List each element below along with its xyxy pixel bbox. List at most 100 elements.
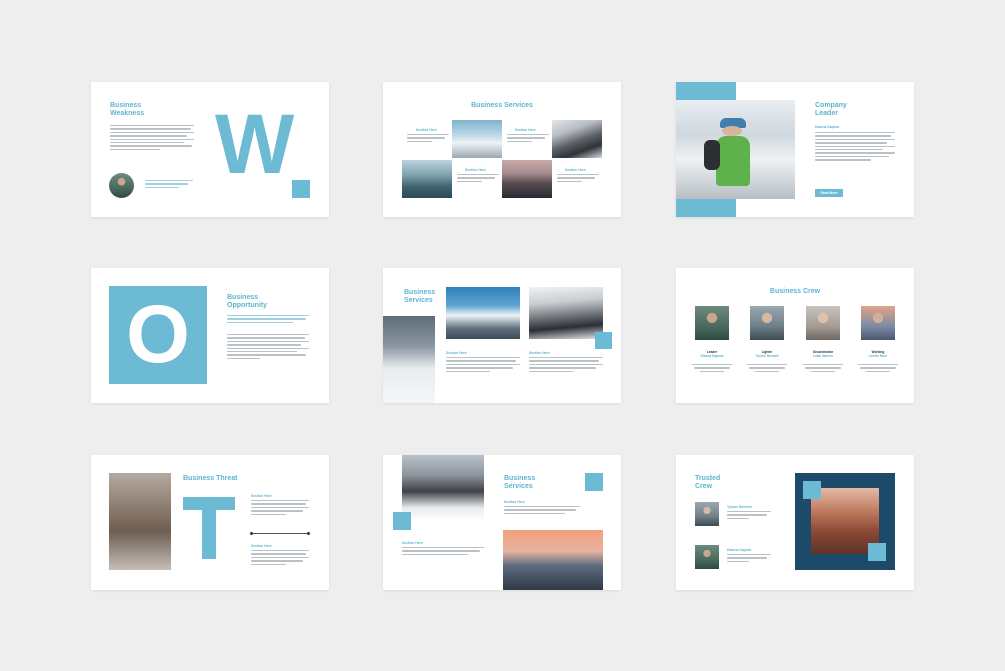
crew-member: Lighter Tyrone Bennett bbox=[743, 350, 791, 358]
accent-square bbox=[292, 180, 310, 198]
accent-block-top bbox=[676, 82, 736, 100]
crew-photo bbox=[695, 545, 719, 569]
crew-photo bbox=[750, 306, 784, 340]
divider-line bbox=[251, 533, 309, 534]
slide-title: Business Services bbox=[404, 289, 435, 305]
title-line: Weakness bbox=[110, 110, 145, 117]
divider-dot bbox=[250, 532, 253, 535]
member-name: Tyrone Bennett bbox=[727, 505, 752, 509]
crew-text bbox=[858, 364, 898, 373]
member-name: Dianna Dapeza bbox=[727, 548, 752, 552]
photo-snowy-rock bbox=[402, 455, 484, 521]
crew-name: Luish Warren bbox=[812, 354, 834, 358]
crew-member: Secondmator Luish Warren bbox=[799, 350, 847, 358]
accent-square bbox=[585, 473, 603, 491]
section-label: Section Here bbox=[251, 544, 272, 548]
crew-photo bbox=[695, 502, 719, 526]
section-text bbox=[529, 357, 603, 372]
crew-text bbox=[692, 364, 732, 373]
title-line: Leader bbox=[815, 110, 838, 117]
slide-business-weakness[interactable]: Business Weakness W bbox=[91, 82, 329, 217]
photo-peaks bbox=[552, 120, 602, 158]
section-text bbox=[557, 174, 599, 183]
member-text bbox=[727, 554, 771, 563]
letter-block: O bbox=[109, 286, 207, 384]
section-text bbox=[457, 174, 499, 183]
slide-title: Business Opportunity bbox=[227, 294, 267, 310]
crew-photo bbox=[861, 306, 895, 340]
body-text bbox=[227, 334, 309, 360]
leader-name: Dianna Dapeza bbox=[815, 125, 840, 129]
slide-title: Business Crew bbox=[769, 288, 821, 295]
slide-title: Trusted Crew bbox=[695, 475, 720, 491]
body-text bbox=[815, 132, 895, 161]
crew-member: Working Lennix Burs bbox=[854, 350, 902, 358]
crew-name: Tyrone Bennett bbox=[755, 354, 779, 358]
slide-trusted-crew[interactable]: Trusted Crew Tyrone Bennett Dianna Dapez… bbox=[676, 455, 914, 590]
slide-title: Business Weakness bbox=[110, 102, 144, 118]
title-line: Trusted bbox=[695, 475, 721, 482]
crew-member: Leader Dianna Dapeza bbox=[688, 350, 736, 358]
title-line: Services bbox=[504, 483, 533, 490]
section-text bbox=[251, 550, 309, 565]
section-label: Section Here bbox=[465, 168, 486, 172]
accent-block-bottom bbox=[676, 199, 736, 217]
intro-text bbox=[227, 315, 309, 324]
slide-business-services-3[interactable]: Business Services Section Here Section H… bbox=[383, 455, 621, 590]
section-text bbox=[504, 506, 580, 515]
section-label: Section Here bbox=[416, 128, 437, 132]
crew-text bbox=[747, 364, 787, 373]
section-text bbox=[407, 134, 449, 143]
photo-forest bbox=[402, 160, 452, 198]
big-letter-o: O bbox=[126, 289, 190, 380]
title-line: Business bbox=[404, 289, 436, 296]
accent-square bbox=[803, 481, 821, 499]
title-line: Crew bbox=[695, 483, 713, 490]
title-line: Business bbox=[110, 102, 142, 109]
accent-square bbox=[868, 543, 886, 561]
slide-title: Business Services bbox=[471, 102, 533, 109]
crew-name: Dianna Dapeza bbox=[700, 354, 724, 358]
section-label: Section Here bbox=[251, 494, 272, 498]
crew-text bbox=[803, 364, 843, 373]
read-more-button[interactable]: Read More bbox=[815, 189, 843, 197]
title-line: Business bbox=[227, 294, 259, 301]
photo-bw-mountains bbox=[529, 287, 603, 339]
section-label: Section Here bbox=[446, 351, 467, 355]
title-line: Services bbox=[404, 297, 433, 304]
slide-title: Business Threat bbox=[183, 475, 238, 482]
hiker-figure bbox=[704, 140, 720, 170]
big-letter-w: W bbox=[215, 97, 294, 191]
hiker-figure bbox=[722, 126, 742, 136]
title-line: Company bbox=[815, 102, 847, 109]
photo-blue-mountain bbox=[446, 287, 520, 339]
crew-photo bbox=[806, 306, 840, 340]
section-label: Section Here bbox=[529, 351, 550, 355]
title-line: Opportunity bbox=[227, 302, 268, 309]
photo-cloud-peak bbox=[383, 316, 435, 403]
slide-business-threat[interactable]: Business Threat T Section Here Section H… bbox=[91, 455, 329, 590]
slide-title: Business Services bbox=[504, 475, 535, 491]
section-text bbox=[251, 500, 309, 515]
slide-business-crew[interactable]: Business Crew Leader Dianna Dapeza Light… bbox=[676, 268, 914, 403]
section-label: Section Here bbox=[565, 168, 586, 172]
section-label: Section Here bbox=[504, 500, 525, 504]
hiker-figure bbox=[716, 136, 750, 186]
section-label: Section Here bbox=[515, 128, 536, 132]
slide-business-opportunity[interactable]: O Business Opportunity bbox=[91, 268, 329, 403]
photo-rock-spire bbox=[109, 473, 171, 570]
slide-business-services-2[interactable]: Business Services Section Here Section H… bbox=[383, 268, 621, 403]
section-label: Section Here bbox=[402, 541, 423, 545]
slide-business-services-1[interactable]: Business Services Section Here Section H… bbox=[383, 82, 621, 217]
section-text bbox=[446, 357, 520, 372]
accent-square bbox=[595, 332, 612, 349]
slide-title: Company Leader bbox=[815, 102, 847, 118]
letter-t-stem bbox=[202, 497, 216, 559]
photo-mountain-dusk bbox=[502, 160, 552, 198]
photo-hiker bbox=[676, 100, 795, 199]
photo-sunset-mountains bbox=[503, 530, 603, 590]
body-text bbox=[110, 125, 194, 151]
slide-company-leader[interactable]: Company Leader Dianna Dapeza Read More bbox=[676, 82, 914, 217]
quote-text bbox=[145, 180, 193, 189]
section-text bbox=[402, 547, 484, 556]
